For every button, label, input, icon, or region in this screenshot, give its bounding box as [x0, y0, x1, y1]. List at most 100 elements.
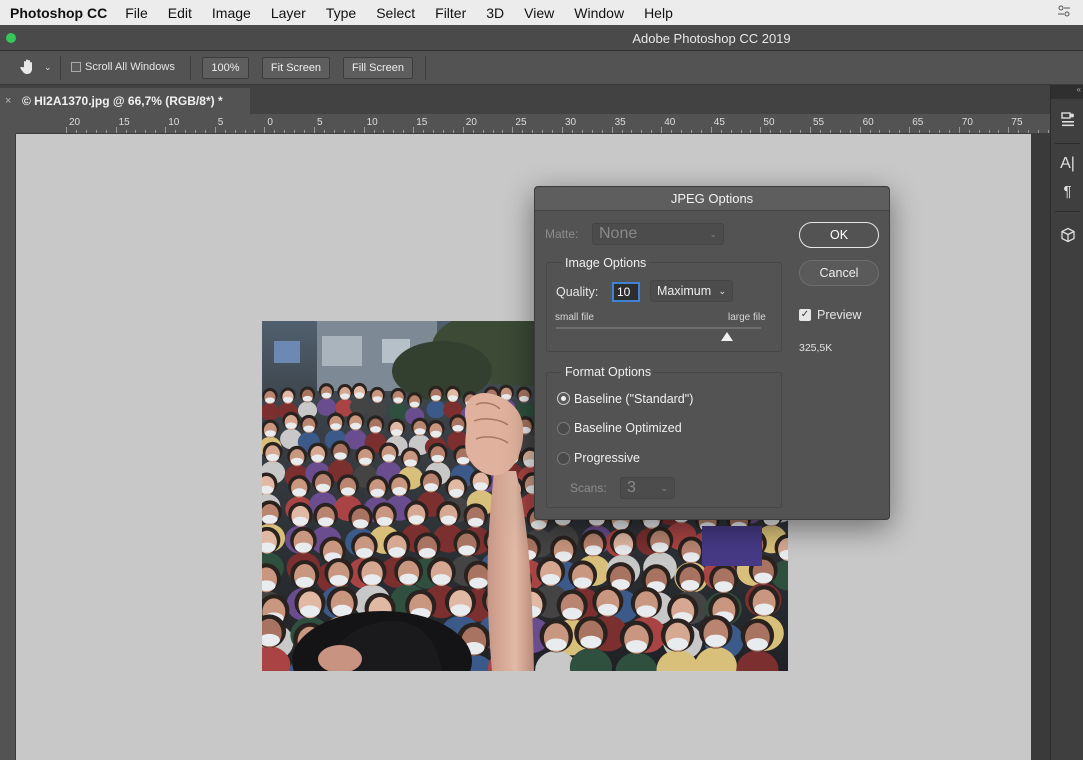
quality-slider-track[interactable] [556, 327, 761, 329]
menu-type[interactable]: Type [326, 5, 356, 21]
ruler-tick [948, 130, 950, 133]
image-options-title: Image Options [562, 256, 650, 270]
properties-panel-icon[interactable] [1051, 111, 1083, 134]
ruler-tick [433, 130, 435, 133]
ruler-tick [998, 130, 1000, 133]
ruler-tick [403, 130, 405, 133]
character-panel-icon[interactable]: A| [1051, 155, 1083, 173]
ruler-tick [155, 130, 157, 133]
divider [425, 56, 426, 80]
ruler-label: 20 [69, 117, 81, 128]
menu-3d[interactable]: 3D [486, 5, 504, 21]
progressive-label[interactable]: Progressive [574, 451, 640, 465]
menu-filter[interactable]: Filter [435, 5, 466, 21]
fill-screen-button[interactable]: Fill Screen [343, 57, 413, 79]
crowd-person-mask [266, 453, 279, 462]
ruler-tick [95, 130, 97, 133]
ruler-tick [938, 130, 940, 133]
panel-collapse-icon[interactable]: « [1051, 85, 1083, 99]
menu-select[interactable]: Select [376, 5, 415, 21]
ruler-tick [740, 130, 742, 133]
document-tab-bar: × © HI2A1370.jpg @ 66,7% (RGB/8*) * [0, 85, 1050, 114]
menu-image[interactable]: Image [212, 5, 251, 21]
crowd-person-mask [356, 548, 373, 558]
crowd-person-mask [262, 514, 278, 524]
menu-edit[interactable]: Edit [168, 5, 192, 21]
ruler-label: 5 [317, 117, 323, 128]
baseline-standard-radio[interactable] [557, 392, 570, 405]
ruler-label: 35 [614, 117, 626, 128]
close-tab-icon[interactable]: × [5, 88, 11, 114]
ruler-tick [988, 130, 990, 133]
quality-input[interactable]: 10 [612, 282, 640, 302]
paragraph-panel-icon[interactable]: ¶ [1051, 183, 1083, 200]
ruler-tick [720, 130, 722, 133]
ok-button[interactable]: OK [799, 222, 879, 248]
document-tab-title: © HI2A1370.jpg @ 66,7% (RGB/8*) * [22, 94, 223, 108]
baseline-standard-label[interactable]: Baseline ("Standard") [574, 392, 693, 406]
ruler-tick [661, 127, 663, 133]
menu-window[interactable]: Window [574, 5, 624, 21]
progressive-radio[interactable] [557, 452, 570, 465]
dialog-title: JPEG Options [535, 187, 889, 211]
3d-panel-icon[interactable] [1051, 227, 1083, 248]
ruler-tick [929, 130, 931, 133]
crowd-person-mask [292, 516, 309, 526]
ruler-tick [472, 130, 474, 133]
crowd-person-mask [681, 580, 700, 591]
hand-tool-icon[interactable] [18, 57, 38, 77]
baseline-optimized-radio[interactable] [557, 422, 570, 435]
matte-select[interactable]: None ⌄ [592, 223, 724, 245]
ruler-tick [1038, 130, 1040, 133]
ruler-tick [244, 130, 246, 133]
crowd-person-mask [541, 573, 560, 585]
divider [1055, 143, 1080, 144]
options-bar: ⌄ Scroll All Windows 100% Fit Screen Fil… [0, 51, 1083, 85]
crowd-person-mask [746, 638, 768, 651]
crowd-person-body [388, 402, 408, 421]
ruler-tick [839, 130, 841, 133]
ruler-tick [304, 130, 306, 133]
menu-layer[interactable]: Layer [271, 5, 306, 21]
ruler-tick [66, 127, 67, 133]
crowd-person-mask [393, 397, 403, 403]
ruler-tick [314, 127, 315, 133]
preview-label[interactable]: Preview [817, 308, 861, 322]
crowd-person-mask [392, 487, 407, 496]
ruler-tick [631, 130, 633, 133]
document-tab[interactable]: × © HI2A1370.jpg @ 66,7% (RGB/8*) * [0, 88, 250, 114]
crowd-person-mask [705, 634, 727, 647]
scans-value: 3 [627, 479, 636, 496]
ruler-tick [413, 127, 415, 133]
crowd-person-mask [545, 638, 567, 651]
zoom-100-button[interactable]: 100% [202, 57, 249, 79]
menu-view[interactable]: View [524, 5, 554, 21]
ruler-tick [442, 130, 444, 133]
quality-slider-thumb[interactable] [720, 332, 733, 341]
preview-checkbox[interactable]: ✓ [799, 309, 811, 321]
cancel-button[interactable]: Cancel [799, 260, 879, 286]
ruler-tick [909, 127, 911, 133]
ruler-label: 50 [763, 117, 775, 128]
scans-select[interactable]: 3 ⌄ [620, 477, 675, 499]
quality-preset-select[interactable]: Maximum ⌄ [650, 280, 733, 302]
ruler-tick [323, 130, 325, 133]
crowd-person-mask [300, 605, 320, 617]
tool-preset-chevron-icon[interactable]: ⌄ [44, 62, 52, 73]
scroll-all-windows-checkbox[interactable] [71, 62, 81, 72]
control-strip-icon[interactable] [1057, 4, 1071, 21]
ruler-tick [512, 127, 514, 133]
vertical-scrollbar[interactable] [1031, 134, 1050, 760]
ruler-tick [829, 130, 831, 133]
ruler-origin[interactable] [0, 114, 16, 134]
fit-screen-button[interactable]: Fit Screen [262, 57, 330, 79]
crowd-person-mask [329, 575, 348, 586]
crowd-person-mask [473, 482, 488, 491]
menu-help[interactable]: Help [644, 5, 673, 21]
menu-file[interactable]: File [125, 5, 148, 21]
ruler-tick [532, 130, 534, 133]
ruler-tick [353, 130, 355, 133]
ruler-tick [671, 130, 673, 133]
app-menu[interactable]: Photoshop CC [10, 5, 107, 21]
baseline-optimized-label[interactable]: Baseline Optimized [574, 421, 682, 435]
